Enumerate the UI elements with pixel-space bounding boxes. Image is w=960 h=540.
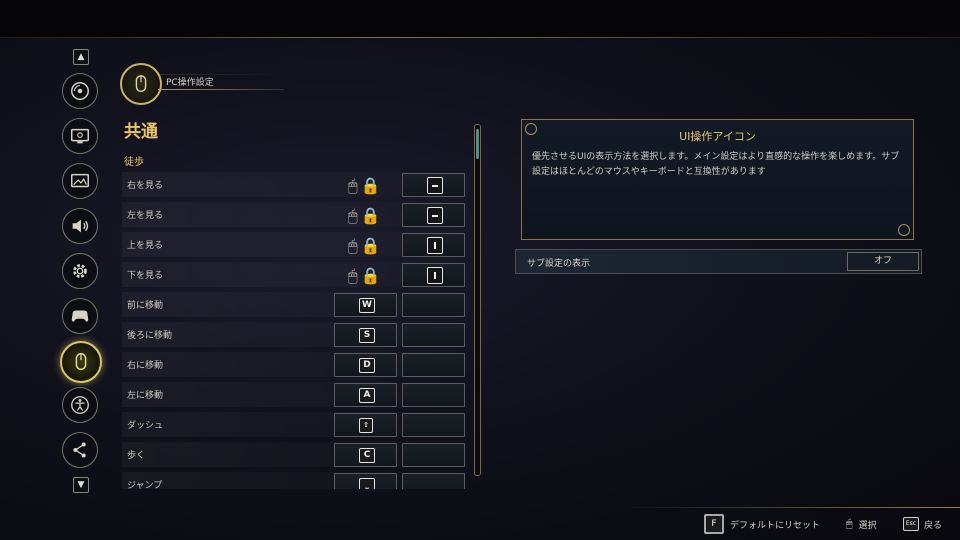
binding-row[interactable]: 下を見る 🖱 🔒: [122, 262, 468, 287]
binding-slot-primary[interactable]: W: [334, 293, 397, 317]
binding-label: 後ろに移動: [127, 331, 173, 341]
binding-label: 左に移動: [127, 391, 164, 401]
nav-audio-disc-icon[interactable]: [62, 73, 98, 109]
panel-corner-ornament: [898, 224, 910, 236]
key-cap: W: [359, 298, 375, 313]
binding-label: 右を見る: [127, 181, 164, 191]
option-value-toggle[interactable]: オフ: [847, 252, 919, 271]
option-label: サブ設定の表示: [527, 259, 591, 269]
binding-row[interactable]: 上を見る 🖱 🔒: [122, 232, 468, 257]
f-key-icon: F: [704, 514, 724, 534]
lock-icon: 🔒: [360, 236, 381, 255]
shift-key-icon: ⇧: [359, 418, 373, 433]
description-panel: UI操作アイコン 優先させるUIの表示方法を選択します。メイン設定はより直感的な…: [521, 119, 914, 240]
binding-label: 下を見る: [127, 271, 164, 281]
mouse-up-icon: [427, 237, 443, 254]
mouse-down-icon: [427, 267, 443, 284]
binding-slot-primary[interactable]: A: [334, 383, 397, 407]
binding-slot-primary[interactable]: ⎵: [334, 473, 397, 489]
scrollbar-thumb[interactable]: [476, 129, 479, 159]
footer-divider: [620, 507, 960, 508]
binding-label: 右に移動: [127, 361, 164, 371]
binding-slot-primary[interactable]: C: [334, 443, 397, 467]
key-cap: C: [359, 448, 375, 463]
nav-accessibility-icon[interactable]: [62, 387, 98, 423]
top-bar: [0, 0, 960, 38]
binding-label: ダッシュ: [127, 421, 164, 431]
mouse-icon: 🖱: [348, 266, 358, 285]
binding-row[interactable]: 右を見る 🖱 🔒: [122, 172, 468, 197]
binding-slot-primary[interactable]: [402, 173, 465, 197]
lock-icon: 🔒: [360, 176, 381, 195]
binding-slot-primary[interactable]: ⇧: [334, 413, 397, 437]
select-hint: 🖱 選択: [846, 514, 877, 534]
mouse-settings-emblem-icon: [120, 63, 162, 105]
binding-slot-secondary[interactable]: [402, 353, 465, 377]
nav-controller-icon[interactable]: [62, 298, 98, 334]
mouse-icon: 🖱: [348, 176, 358, 195]
lock-icon: 🔒: [360, 266, 381, 285]
nav-mouse-keyboard-icon[interactable]: [60, 341, 102, 383]
back-label: 戻る: [924, 520, 943, 531]
sub-setting-display-option[interactable]: サブ設定の表示 オフ: [515, 249, 922, 274]
binding-slot-secondary[interactable]: [402, 383, 465, 407]
nav-gameplay-gear-icon[interactable]: [62, 253, 98, 289]
binding-row[interactable]: 左を見る 🖱 🔒: [122, 202, 468, 227]
reset-default-button[interactable]: F デフォルトにリセット: [704, 514, 820, 534]
list-scrollbar[interactable]: [474, 124, 481, 476]
binding-label: 歩く: [127, 451, 146, 461]
key-cap: A: [359, 388, 375, 403]
back-button[interactable]: Esc 戻る: [903, 514, 942, 534]
mouse-left-click-icon: 🖱: [846, 517, 853, 530]
binding-slot-primary[interactable]: [402, 233, 465, 257]
binding-row[interactable]: 左に移動 A: [122, 382, 468, 407]
select-label: 選択: [858, 520, 877, 531]
binding-slot-secondary[interactable]: [402, 323, 465, 347]
binding-slot-secondary[interactable]: [402, 443, 465, 467]
top-divider: [0, 37, 960, 38]
binding-label: ジャンプ: [127, 481, 163, 489]
binding-slot-primary[interactable]: D: [334, 353, 397, 377]
nav-down-key-icon: ▼: [73, 477, 89, 493]
lock-icon: 🔒: [360, 206, 381, 225]
nav-up-key-icon: ▲: [73, 49, 89, 65]
binding-row[interactable]: 歩く C: [122, 442, 468, 467]
binding-slot-secondary[interactable]: [402, 413, 465, 437]
binding-row[interactable]: ジャンプ ⎵: [122, 472, 468, 489]
binding-row[interactable]: 後ろに移動 S: [122, 322, 468, 347]
mouse-left-icon: [427, 207, 443, 224]
header-underline: [158, 89, 284, 90]
section-title: 共通: [124, 122, 158, 142]
page-title: PC操作設定: [166, 78, 214, 88]
reset-label: デフォルトにリセット: [730, 520, 821, 531]
binding-slot-primary[interactable]: S: [334, 323, 397, 347]
description-title: UI操作アイコン: [679, 130, 756, 143]
binding-slot-primary[interactable]: [402, 263, 465, 287]
nav-share-icon[interactable]: [62, 432, 98, 468]
binding-label: 上を見る: [127, 241, 164, 251]
mouse-icon: 🖱: [348, 236, 358, 255]
esc-key-icon: Esc: [903, 517, 919, 531]
nav-sound-icon[interactable]: [62, 208, 98, 244]
mouse-right-icon: [427, 177, 443, 194]
binding-row[interactable]: ダッシュ ⇧: [122, 412, 468, 437]
binding-row[interactable]: 前に移動 W: [122, 292, 468, 317]
mouse-icon: 🖱: [348, 206, 358, 225]
binding-row[interactable]: 右に移動 D: [122, 352, 468, 377]
nav-display-icon[interactable]: [62, 118, 98, 154]
binding-label: 前に移動: [127, 301, 164, 311]
binding-slot-primary[interactable]: [402, 203, 465, 227]
description-text: 優先させるUIの表示方法を選択します。メイン設定はより直感的な操作を楽しめます。…: [532, 152, 900, 177]
key-cap: S: [359, 328, 375, 343]
key-cap: D: [359, 358, 375, 373]
binding-slot-secondary[interactable]: [402, 293, 465, 317]
binding-label: 左を見る: [127, 211, 164, 221]
subsection-title: 徒歩: [124, 157, 144, 168]
nav-graphics-icon[interactable]: [62, 163, 98, 199]
space-key-icon: ⎵: [359, 478, 375, 489]
binding-slot-secondary[interactable]: [402, 473, 465, 489]
